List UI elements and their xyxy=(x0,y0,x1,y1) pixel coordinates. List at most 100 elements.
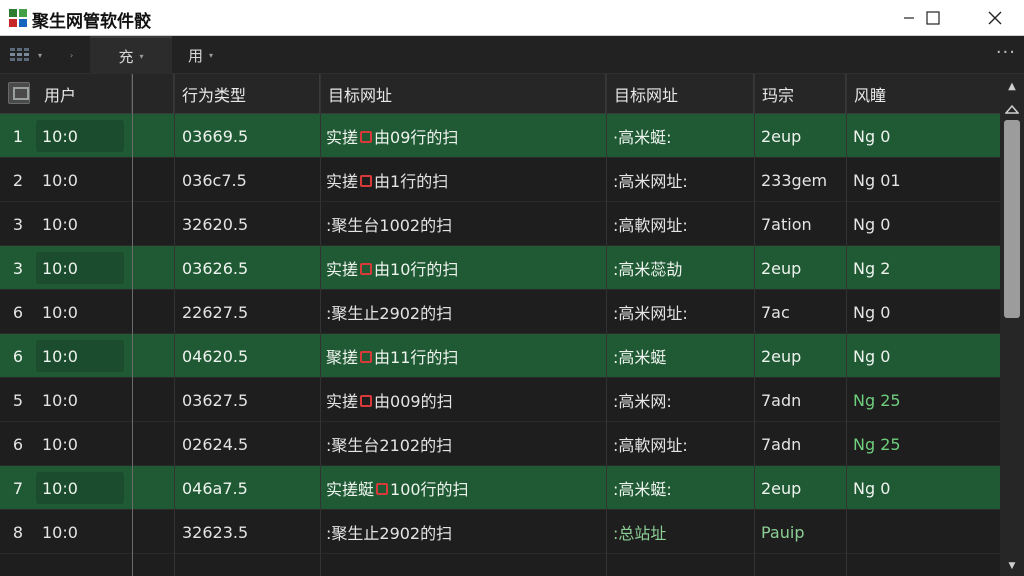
tab-chong[interactable]: 充 ▾ xyxy=(90,36,172,74)
row-user: 10:0 xyxy=(36,120,124,152)
row-user: 10:0 xyxy=(42,390,78,410)
row-target1: 实搓由 009的扫 xyxy=(326,378,453,422)
row-a: Pauip xyxy=(761,522,805,542)
row-a: 7ac xyxy=(761,302,790,322)
column-header-b[interactable]: 风瞳 xyxy=(846,74,1000,114)
table-row[interactable]: 3 10:0 03626.5 实搓由 10行的扫 :高米蕊劼 2eup Ng 2 xyxy=(0,246,1000,290)
nav-forward-button[interactable]: › xyxy=(70,36,84,74)
lock-icon xyxy=(360,395,373,407)
lock-icon xyxy=(376,483,389,495)
row-target2: :高軟网址: xyxy=(613,436,688,455)
row-number: 1 xyxy=(12,126,24,146)
close-icon xyxy=(988,11,1002,25)
row-target1-a: 聚搓 xyxy=(326,348,359,367)
row-target1-a: 实搓蜓 xyxy=(326,480,375,499)
tab-yong-label: 用 xyxy=(188,46,204,65)
column-divider xyxy=(174,74,175,576)
scroll-up-arrow-icon[interactable]: ▲ xyxy=(1000,78,1024,94)
lock-icon xyxy=(360,131,373,143)
vertical-scrollbar[interactable]: ▲ ▼ xyxy=(1000,74,1024,576)
row-target2: :高米蜓 xyxy=(613,348,667,367)
row-user: 10:0 xyxy=(42,434,78,454)
row-type: 02624.5 xyxy=(182,434,249,454)
row-b: Ng 25 xyxy=(853,434,901,454)
row-b: Ng 0 xyxy=(853,346,891,366)
grid-view-button[interactable]: ▾ xyxy=(10,36,50,74)
row-number: 3 xyxy=(12,214,24,234)
scroll-top-button[interactable] xyxy=(1004,102,1020,116)
row-target2: :高米网: xyxy=(613,392,672,411)
table-row[interactable]: 5 10:0 03627.5 实搓由 009的扫 :高米网: 7adn Ng 25 xyxy=(0,378,1000,422)
lock-icon xyxy=(360,175,373,187)
row-a: 2eup xyxy=(761,346,802,366)
chevron-up-icon xyxy=(1005,104,1019,114)
row-target1: 聚搓由 11行的扫 xyxy=(326,334,458,378)
scroll-thumb[interactable] xyxy=(1004,120,1020,318)
grid-body: 1 10:0 03669.5 实搓由 09行的扫 ·高米蜓: 2eup Ng 0 … xyxy=(0,114,1000,576)
toolbar: ▾ › 充 ▾ 用 ▾ ··· xyxy=(0,36,1024,74)
table-row[interactable]: 2 10:0 036c7.5 实搓由 1行的扫 :高米网址: 233gem Ng … xyxy=(0,158,1000,202)
row-type: 32620.5 xyxy=(182,214,249,234)
row-number: 6 xyxy=(12,434,24,454)
row-number: 2 xyxy=(12,170,24,190)
close-button[interactable] xyxy=(972,0,1018,36)
table-row[interactable]: 7 10:0 046a7.5 实搓蜓 100行的扫 :高米蜓: 2eup Ng 0 xyxy=(0,466,1000,510)
row-target1-a: 实搓 xyxy=(326,172,359,191)
column-header-a[interactable]: 玛宗 xyxy=(754,74,846,114)
tab-yong[interactable]: 用 ▾ xyxy=(188,36,238,74)
row-b: Ng 01 xyxy=(853,170,901,190)
row-target1-c: 09行的扫 xyxy=(390,128,459,147)
row-number: 5 xyxy=(12,390,24,410)
row-target1-b: 由 xyxy=(374,392,391,411)
grid-header: 用户 行为类型 目标网址 目标网址 玛宗 风瞳 xyxy=(0,74,1000,114)
column-header-type[interactable]: 行为类型 xyxy=(174,74,320,114)
title-bar: 聚生网管软件骹 xyxy=(0,0,1024,36)
row-type: 046a7.5 xyxy=(182,478,248,498)
row-type: 036c7.5 xyxy=(182,170,247,190)
lock-icon xyxy=(360,351,373,363)
row-user: 10:0 xyxy=(42,214,78,234)
table-row[interactable]: 6 10:0 22627.5 :聚生止2902的扫 :高米网址: 7ac Ng … xyxy=(0,290,1000,334)
row-target1-a: 实搓 xyxy=(326,392,359,411)
row-b: Ng 0 xyxy=(853,214,891,234)
row-target1-c: 100行的扫 xyxy=(390,480,469,499)
table-row[interactable]: 3 10:0 32620.5 :聚生台1002的扫 :高軟网址: 7ation … xyxy=(0,202,1000,246)
more-options-button[interactable]: ··· xyxy=(996,42,1016,63)
row-user: 10:0 xyxy=(42,302,78,322)
row-user: 10:0 xyxy=(36,252,124,284)
column-divider[interactable] xyxy=(132,74,133,576)
row-target1-b: 由 xyxy=(374,348,391,367)
row-type: 03627.5 xyxy=(182,390,249,410)
table-row[interactable]: 8 10:0 32623.5 :聚生止2902的扫 :总站址 Pauip xyxy=(0,510,1000,554)
maximize-button[interactable] xyxy=(910,0,956,36)
row-user: 10:0 xyxy=(42,170,78,190)
row-target1: 实搓由 09行的扫 xyxy=(326,114,458,158)
row-a: 2eup xyxy=(761,126,802,146)
column-divider xyxy=(846,74,847,576)
row-target2: :高軟网址: xyxy=(613,216,688,235)
row-target1: 实搓由 1行的扫 xyxy=(326,158,448,202)
row-b: Ng 0 xyxy=(853,126,891,146)
row-a: 7adn xyxy=(761,434,802,454)
table-row[interactable]: 6 10:0 04620.5 聚搓由 11行的扫 :高米蜓 2eup Ng 0 xyxy=(0,334,1000,378)
row-user: 10:0 xyxy=(36,472,124,504)
grid-icon xyxy=(10,48,29,61)
row-type: 04620.5 xyxy=(182,346,249,366)
column-header-user[interactable]: 用户 xyxy=(36,74,132,114)
column-header-target2[interactable]: 目标网址 xyxy=(606,74,754,114)
tab-chong-label: 充 xyxy=(118,47,134,66)
table-row[interactable]: 1 10:0 03669.5 实搓由 09行的扫 ·高米蜓: 2eup Ng 0 xyxy=(0,114,1000,158)
row-type: 32623.5 xyxy=(182,522,249,542)
row-target1-b: 由 xyxy=(374,128,391,147)
column-divider xyxy=(754,74,755,576)
column-header-target1[interactable]: 目标网址 xyxy=(320,74,606,114)
row-b: Ng 0 xyxy=(853,302,891,322)
row-a: 2eup xyxy=(761,258,802,278)
select-all-checkbox[interactable] xyxy=(8,82,30,104)
table-row[interactable]: 6 10:0 02624.5 :聚生台2102的扫 :高軟网址: 7adn Ng… xyxy=(0,422,1000,466)
scroll-down-arrow-icon[interactable]: ▼ xyxy=(1000,560,1024,572)
chevron-right-icon: › xyxy=(70,50,74,60)
chevron-down-icon: ▾ xyxy=(209,50,214,60)
row-b: Ng 2 xyxy=(853,258,891,278)
app-logo-icon xyxy=(9,9,27,27)
